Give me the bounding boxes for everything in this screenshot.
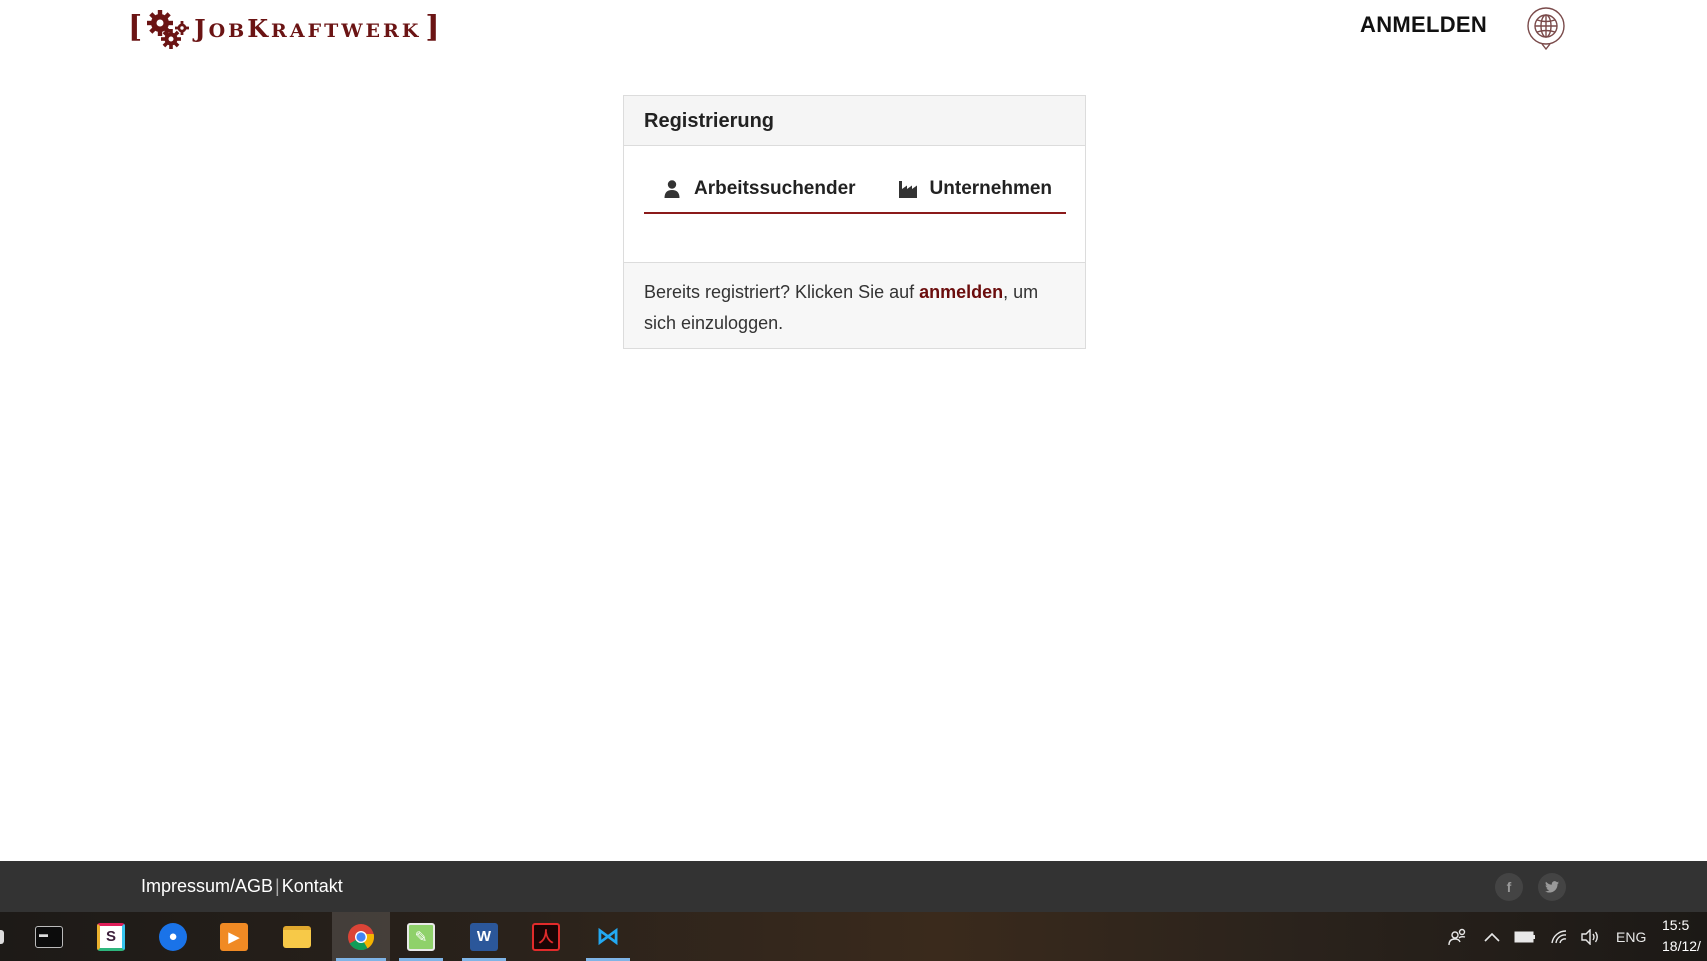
user-icon xyxy=(664,180,680,198)
gears-icon xyxy=(147,10,190,49)
tab-company[interactable]: Unternehmen xyxy=(898,172,1052,206)
people-icon[interactable] xyxy=(1448,927,1468,947)
taskbar-vscode[interactable]: ⋈ xyxy=(582,912,634,961)
logo-letter-k: K xyxy=(247,13,272,43)
clock-time: 15:5 xyxy=(1662,917,1690,933)
taskbar-chrome[interactable] xyxy=(332,912,390,961)
registration-card: Registrierung Arbeitssuchender Unternehm… xyxy=(623,95,1086,349)
taskbar-media-player[interactable]: ▶ xyxy=(208,912,260,961)
logo-text-1: OB xyxy=(208,19,248,42)
chevron-up-icon[interactable] xyxy=(1484,932,1500,942)
facebook-icon[interactable]: f xyxy=(1495,873,1523,901)
factory-icon xyxy=(898,181,917,198)
windows-taskbar: ▬ S ● ▶ ✎ W 人 ⋈ ENG 15:5 18/12/ xyxy=(0,912,1707,961)
chrome-icon xyxy=(348,923,375,950)
taskbar-acrobat[interactable]: 人 xyxy=(520,912,572,961)
taskbar-slack[interactable]: S xyxy=(85,912,137,961)
logo-letter-j: J xyxy=(194,13,209,43)
battery-icon[interactable] xyxy=(1514,931,1536,943)
system-tray: ENG xyxy=(1448,912,1646,961)
footer-separator: | xyxy=(275,876,280,896)
imprint-terms-link[interactable]: Impressum/AGB xyxy=(141,876,273,896)
registration-tabs: Arbeitssuchender Unternehmen xyxy=(644,172,1066,214)
word-icon: W xyxy=(470,922,498,951)
tab-company-label: Unternehmen xyxy=(929,178,1053,199)
terminal-icon: ▬ xyxy=(35,925,63,948)
taskbar-clock[interactable]: 15:5 18/12/ xyxy=(1662,915,1701,957)
card-title: Registrierung xyxy=(624,96,1085,146)
tab-job-seeker[interactable]: Arbeitssuchender xyxy=(662,172,856,206)
wifi-icon[interactable] xyxy=(1550,929,1568,945)
acrobat-icon: 人 xyxy=(532,922,560,951)
volume-icon[interactable] xyxy=(1580,928,1600,945)
jobkraftwerk-logo[interactable]: [JOBKRAFTWERK] xyxy=(128,6,440,50)
already-registered-text: Bereits registriert? Klicken Sie auf xyxy=(644,282,920,302)
taskbar-terminal[interactable]: ▬ xyxy=(23,912,75,961)
logo-close-bracket: ] xyxy=(425,10,440,45)
taskbar-maps[interactable]: ● xyxy=(147,912,199,961)
logo-wordmark: JOBKRAFTWERK xyxy=(194,14,421,43)
map-pin-icon: ● xyxy=(159,922,187,951)
logo-open-bracket: [ xyxy=(128,10,143,45)
contact-link[interactable]: Kontakt xyxy=(282,876,343,896)
twitter-icon[interactable] xyxy=(1538,873,1566,901)
login-link[interactable]: ANMELDEN xyxy=(1360,12,1487,38)
notepad-plus-icon: ✎ xyxy=(407,922,435,951)
taskbar-word[interactable]: W xyxy=(458,912,510,961)
taskbar-file-explorer[interactable] xyxy=(271,912,323,961)
input-language[interactable]: ENG xyxy=(1616,929,1646,945)
login-inline-link[interactable]: anmelden xyxy=(919,282,1003,302)
vscode-icon: ⋈ xyxy=(596,923,620,950)
search-edge-icon[interactable] xyxy=(0,930,4,944)
site-header: [JOBKRAFTWERK] ANMELDEN xyxy=(0,0,1707,60)
slack-icon: S xyxy=(97,922,125,951)
taskbar-notepad-plus[interactable]: ✎ xyxy=(395,912,447,961)
logo-text-2: RAFTWERK xyxy=(271,19,422,42)
site-footer: Impressum/AGB | Kontakt f xyxy=(0,861,1707,912)
tab-job-seeker-label: Arbeitssuchender xyxy=(694,178,856,199)
folder-icon xyxy=(283,925,311,948)
twitter-bird-icon xyxy=(1545,881,1559,893)
clock-date: 18/12/ xyxy=(1662,938,1701,954)
media-player-icon: ▶ xyxy=(220,922,248,951)
card-footer: Bereits registriert? Klicken Sie auf anm… xyxy=(624,263,1085,348)
globe-chat-icon[interactable] xyxy=(1524,6,1568,50)
footer-links: Impressum/AGB | Kontakt xyxy=(141,876,343,897)
card-body: Arbeitssuchender Unternehmen xyxy=(624,146,1085,263)
